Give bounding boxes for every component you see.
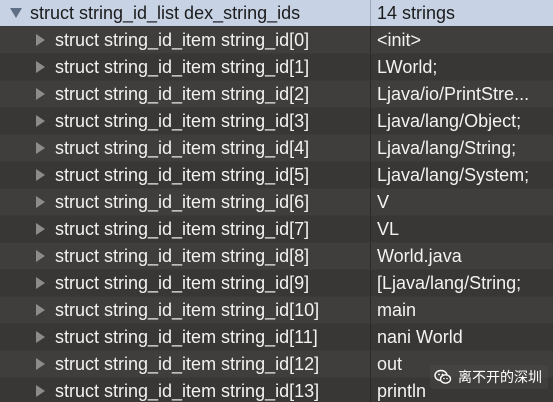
tree-row-string-id-2[interactable]: struct string_id_item string_id[2] Ljava… (0, 81, 553, 107)
row-value-label: Ljava/lang/Object; (377, 110, 522, 131)
disclosure-triangle-collapsed-icon[interactable] (36, 196, 45, 208)
tree-name-cell: struct string_id_item string_id[1] (0, 54, 370, 80)
row-value-label: <init> (377, 29, 422, 50)
tree-value-cell: Ljava/lang/Object; (370, 108, 553, 134)
tree-value-cell: VL (370, 216, 553, 242)
tree-name-cell: struct string_id_item string_id[11] (0, 324, 370, 350)
tree-row-string-id-5[interactable]: struct string_id_item string_id[5] Ljava… (0, 162, 553, 188)
tree-row-string-id-9[interactable]: struct string_id_item string_id[9] [Ljav… (0, 270, 553, 296)
tree-value-cell: <init> (370, 27, 553, 53)
row-value-label: out (377, 353, 403, 374)
row-value-label: World.java (377, 245, 462, 266)
disclosure-triangle-collapsed-icon[interactable] (36, 250, 45, 262)
row-value-label: V (377, 191, 390, 212)
row-name-label: struct string_id_item string_id[8] (55, 245, 310, 266)
tree-value-cell: Ljava/io/PrintStre... (370, 81, 553, 107)
tree-value-cell: nani World (370, 324, 553, 350)
wechat-watermark: 离不开的深圳 (430, 365, 548, 389)
row-name-label: struct string_id_item string_id[10] (55, 299, 320, 320)
tree-value-cell: World.java (370, 243, 553, 269)
wechat-icon (434, 369, 452, 384)
watermark-label: 离不开的深圳 (458, 370, 542, 386)
disclosure-triangle-collapsed-icon[interactable] (36, 169, 45, 181)
template-results-tree: struct string_id_list dex_string_ids 14 … (0, 0, 553, 402)
disclosure-triangle-collapsed-icon[interactable] (36, 61, 45, 73)
tree-row-string-id-3[interactable]: struct string_id_item string_id[3] Ljava… (0, 108, 553, 134)
row-name-label: struct string_id_item string_id[11] (55, 326, 318, 347)
row-name-label: struct string_id_item string_id[13] (55, 380, 320, 401)
tree-name-cell: struct string_id_item string_id[5] (0, 162, 370, 188)
tree-row-string-id-8[interactable]: struct string_id_item string_id[8] World… (0, 243, 553, 269)
tree-name-cell: struct string_id_item string_id[8] (0, 243, 370, 269)
tree-name-cell: struct string_id_item string_id[3] (0, 108, 370, 134)
disclosure-triangle-collapsed-icon[interactable] (36, 277, 45, 289)
row-name-label: struct string_id_item string_id[3] (55, 110, 310, 131)
row-value-label: VL (377, 218, 400, 239)
row-value-label: 14 strings (377, 2, 456, 23)
row-value-label: [Ljava/lang/String; (377, 272, 522, 293)
tree-name-cell: struct string_id_list dex_string_ids (0, 0, 370, 26)
row-value-label: nani World (377, 326, 463, 347)
tree-value-cell: V (370, 189, 553, 215)
tree-row-string-id-7[interactable]: struct string_id_item string_id[7] VL (0, 216, 553, 242)
disclosure-triangle-collapsed-icon[interactable] (36, 142, 45, 154)
tree-row-string-id-11[interactable]: struct string_id_item string_id[11] nani… (0, 324, 553, 350)
tree-name-cell: struct string_id_item string_id[4] (0, 135, 370, 161)
row-name-label: struct string_id_item string_id[12] (55, 353, 320, 374)
row-name-label: struct string_id_item string_id[0] (55, 29, 310, 50)
row-name-label: struct string_id_item string_id[6] (55, 191, 310, 212)
disclosure-triangle-collapsed-icon[interactable] (36, 115, 45, 127)
row-value-label: Ljava/lang/System; (377, 164, 530, 185)
row-value-label: Ljava/lang/String; (377, 137, 517, 158)
row-name-label: struct string_id_item string_id[2] (55, 83, 310, 104)
disclosure-triangle-collapsed-icon[interactable] (36, 223, 45, 235)
tree-value-cell: Ljava/lang/System; (370, 162, 553, 188)
tree-name-cell: struct string_id_item string_id[7] (0, 216, 370, 242)
tree-row-string-id-6[interactable]: struct string_id_item string_id[6] V (0, 189, 553, 215)
tree-value-cell: 14 strings (370, 0, 553, 26)
row-value-label: main (377, 299, 417, 320)
tree-row-string-id-0[interactable]: struct string_id_item string_id[0] <init… (0, 27, 553, 53)
tree-name-cell: struct string_id_item string_id[13] (0, 378, 370, 402)
disclosure-triangle-collapsed-icon[interactable] (36, 304, 45, 316)
row-name-label: struct string_id_item string_id[1] (55, 56, 310, 77)
disclosure-triangle-collapsed-icon[interactable] (36, 385, 45, 397)
tree-row-string-id-list[interactable]: struct string_id_list dex_string_ids 14 … (0, 0, 553, 26)
disclosure-triangle-collapsed-icon[interactable] (36, 331, 45, 343)
row-name-label: struct string_id_item string_id[7] (55, 218, 310, 239)
tree-row-string-id-4[interactable]: struct string_id_item string_id[4] Ljava… (0, 135, 553, 161)
tree-name-cell: struct string_id_item string_id[9] (0, 270, 370, 296)
tree-name-cell: struct string_id_item string_id[12] (0, 351, 370, 377)
row-name-label: struct string_id_item string_id[4] (55, 137, 310, 158)
row-name-label: struct string_id_item string_id[5] (55, 164, 310, 185)
tree-name-cell: struct string_id_item string_id[10] (0, 297, 370, 323)
disclosure-triangle-collapsed-icon[interactable] (36, 34, 45, 46)
row-name-label: struct string_id_list dex_string_ids (30, 2, 301, 23)
tree-value-cell: [Ljava/lang/String; (370, 270, 553, 296)
row-name-label: struct string_id_item string_id[9] (55, 272, 310, 293)
tree-value-cell: Ljava/lang/String; (370, 135, 553, 161)
tree-row-string-id-1[interactable]: struct string_id_item string_id[1] LWorl… (0, 54, 553, 80)
tree-value-cell: main (370, 297, 553, 323)
tree-name-cell: struct string_id_item string_id[2] (0, 81, 370, 107)
row-value-label: println (377, 380, 427, 401)
disclosure-triangle-expanded-icon[interactable] (10, 8, 22, 18)
disclosure-triangle-collapsed-icon[interactable] (36, 358, 45, 370)
disclosure-triangle-collapsed-icon[interactable] (36, 88, 45, 100)
tree-name-cell: struct string_id_item string_id[6] (0, 189, 370, 215)
row-value-label: LWorld; (377, 56, 438, 77)
tree-name-cell: struct string_id_item string_id[0] (0, 27, 370, 53)
tree-row-string-id-10[interactable]: struct string_id_item string_id[10] main (0, 297, 553, 323)
row-value-label: Ljava/io/PrintStre... (377, 83, 530, 104)
tree-value-cell: LWorld; (370, 54, 553, 80)
